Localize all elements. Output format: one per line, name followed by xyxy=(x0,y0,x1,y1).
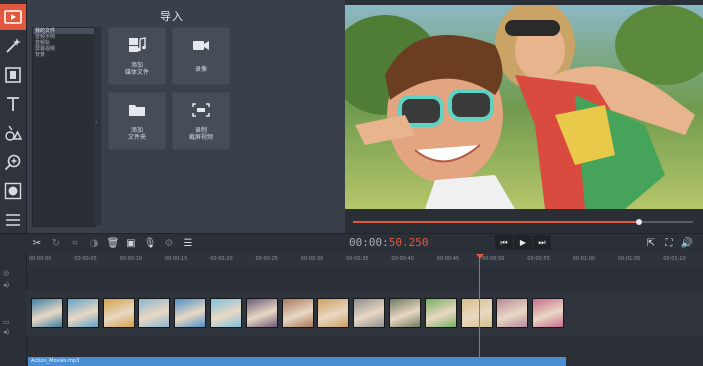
microphone-icon[interactable]: 🎙 xyxy=(143,236,157,250)
ruler-tick-label: 00:00:50 xyxy=(482,256,505,262)
media-files-icon xyxy=(129,37,146,52)
film-icon[interactable] xyxy=(0,62,26,88)
ruler-tick-label: 00:00:25 xyxy=(255,256,278,262)
video-clip-thumbnail[interactable] xyxy=(245,298,278,328)
track-visibility-icon[interactable]: ◎ xyxy=(3,269,9,277)
crop-icon[interactable]: ⌗ xyxy=(68,236,82,250)
video-clip-thumbnail[interactable] xyxy=(532,298,565,328)
add-media-files-button[interactable]: 添加 媒体文件 xyxy=(108,27,166,85)
video-clip-thumbnail[interactable] xyxy=(317,298,350,328)
video-clip-thumbnail[interactable] xyxy=(460,298,493,328)
tile-label: 添加 xyxy=(130,127,143,134)
video-clip-thumbnail[interactable] xyxy=(210,298,242,328)
playhead[interactable] xyxy=(479,255,480,366)
video-clip-thumbnail[interactable] xyxy=(389,298,421,328)
video-track-icon[interactable]: ▭ xyxy=(3,318,10,326)
track-audio-icon[interactable]: ◂) xyxy=(3,281,9,289)
ruler-tick-label: 00:01:10 xyxy=(663,256,686,262)
track-audio-icon[interactable]: ◂) xyxy=(3,328,9,336)
video-clip-thumbnail[interactable] xyxy=(174,298,207,328)
play-button[interactable]: ▶ xyxy=(514,235,532,250)
ruler-tick-label: 00:00:35 xyxy=(346,256,369,262)
tile-label: 录制 xyxy=(194,127,207,134)
screen-capture-icon xyxy=(192,103,210,117)
playhead-handle[interactable] xyxy=(476,254,484,259)
file-category-list: 我的文件 音频示例 音频轨 屏幕视频 背景 xyxy=(32,27,96,227)
tile-label: 媒体文件 xyxy=(124,69,149,76)
image-icon[interactable]: ▣ xyxy=(124,236,138,250)
fullscreen-icon[interactable]: ⛶ xyxy=(662,236,676,250)
ruler-tick-label: 00:00:00 xyxy=(29,256,52,262)
zoom-icon[interactable] xyxy=(0,149,26,175)
ruler-tick-label: 00:00:30 xyxy=(300,256,324,262)
ruler-tick-label: 00:00:05 xyxy=(74,256,97,262)
video-clip-thumbnail[interactable] xyxy=(102,298,135,328)
trash-icon[interactable]: 🗑 xyxy=(106,236,120,250)
import-icon[interactable] xyxy=(0,4,26,30)
video-clip-thumbnail[interactable] xyxy=(66,298,99,328)
shapes-icon[interactable] xyxy=(0,120,26,146)
seek-progress xyxy=(353,221,639,223)
previous-frame-button[interactable]: ⏮ xyxy=(495,235,513,250)
next-frame-button[interactable]: ⏭ xyxy=(533,235,551,250)
track-headers: ◎ ◂) ▭ ◂) xyxy=(0,253,27,366)
add-folder-button[interactable]: 添加 文件夹 xyxy=(108,92,166,150)
file-category-item[interactable]: 背景 xyxy=(33,52,95,58)
timecode: 00:00:50.250 xyxy=(349,236,429,249)
video-clip-thumbnail[interactable] xyxy=(496,298,529,328)
gear-icon[interactable]: ⚙ xyxy=(162,236,176,250)
ruler-tick-label: 00:00:45 xyxy=(436,256,460,262)
ruler-tick-label: 00:00:20 xyxy=(210,256,233,262)
folder-icon xyxy=(129,105,145,116)
tile-label: 添加 xyxy=(130,62,143,69)
timecode-main: 00:00: xyxy=(349,236,389,249)
audio-clip[interactable]: Action_Movies.mp3 xyxy=(28,357,566,366)
menu-icon[interactable] xyxy=(0,207,26,233)
record-screencast-button[interactable]: 录制 截屏视频 xyxy=(172,92,230,150)
ruler-tick-label: 00:01:00 xyxy=(572,256,596,262)
scissors-icon[interactable]: ✂ xyxy=(30,236,44,250)
ruler-tick-label: 00:00:10 xyxy=(119,256,143,262)
preview-photo xyxy=(345,5,703,209)
tile-label: 文件夹 xyxy=(127,134,146,141)
magic-wand-icon[interactable] xyxy=(0,33,26,59)
export-icon[interactable]: ⇱ xyxy=(644,236,658,250)
video-clip-thumbnail[interactable] xyxy=(138,298,171,328)
volume-icon[interactable]: 🔊 xyxy=(680,236,694,250)
record-video-button[interactable]: 录像 xyxy=(172,27,230,85)
tile-label: 截屏视频 xyxy=(188,134,213,141)
left-toolbar xyxy=(0,0,27,233)
timecode-seconds: 50.250 xyxy=(388,236,429,249)
color-adjust-icon[interactable]: ◑ xyxy=(87,236,101,250)
seek-handle[interactable] xyxy=(635,219,642,225)
text-icon[interactable] xyxy=(0,91,26,117)
video-preview[interactable] xyxy=(345,5,703,209)
ruler-tick-label: 00:00:15 xyxy=(164,256,188,262)
record-icon[interactable] xyxy=(0,178,26,204)
equalizer-icon[interactable]: ☰ xyxy=(181,236,195,250)
tile-label: 录像 xyxy=(194,66,207,73)
import-title: 导入 xyxy=(160,10,184,23)
ruler-tick-label: 00:00:40 xyxy=(391,256,414,262)
chevron-left-icon: ‹ xyxy=(95,119,98,126)
camera-icon xyxy=(193,41,209,50)
video-clip-thumbnail[interactable] xyxy=(424,298,457,328)
rotate-icon[interactable]: ↻ xyxy=(49,236,63,250)
collapse-panel-handle[interactable]: ‹ xyxy=(94,27,101,225)
audio-clip-label: Action_Movies.mp3 xyxy=(31,358,80,364)
video-clip-thumbnail[interactable] xyxy=(31,298,63,328)
ruler-tick-label: 00:00:55 xyxy=(527,256,550,262)
ruler-tick-label: 00:01:05 xyxy=(617,256,641,262)
video-clip-thumbnail[interactable] xyxy=(281,298,314,328)
video-clip-thumbnail[interactable] xyxy=(353,298,386,328)
